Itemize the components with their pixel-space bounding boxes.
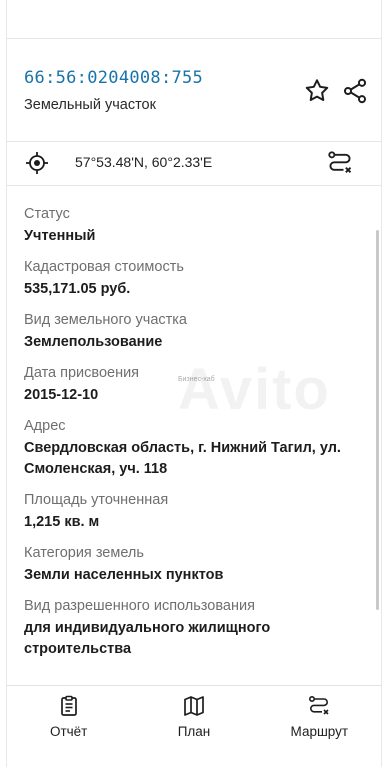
left-border <box>6 0 7 767</box>
map-icon <box>184 696 204 716</box>
favorite-button[interactable] <box>303 77 331 105</box>
prop-value: Свердловская область, г. Нижний Тагил, у… <box>24 440 341 477</box>
route-icon <box>309 695 329 715</box>
tab-label: Отчёт <box>49 724 88 739</box>
prop-status: Статус Учтенный <box>24 204 364 247</box>
prop-value: 1,215 кв. м <box>24 514 100 530</box>
location-target-icon[interactable] <box>25 151 49 175</box>
prop-land-kind: Вид земельного участка Землепользование <box>24 310 364 353</box>
prop-value: Учтенный <box>24 228 96 244</box>
prop-area: Площадь уточненная 1,215 кв. м <box>24 490 364 533</box>
coordinates-bar: 57°53.48'N, 60°2.33'E <box>6 143 382 183</box>
prop-label: Дата присвоения <box>24 365 140 381</box>
prop-assign-date: Дата присвоения 2015-12-10 <box>24 363 364 406</box>
tab-route[interactable]: Маршрут <box>257 686 382 768</box>
tab-plan[interactable]: План <box>131 686 256 768</box>
share-button[interactable] <box>341 77 369 105</box>
tab-label: Маршрут <box>290 724 349 739</box>
prop-address: Адрес Свердловская область, г. Нижний Та… <box>24 416 364 480</box>
prop-value: 535,171.05 руб. <box>24 281 131 297</box>
prop-label: Площадь уточненная <box>24 492 169 508</box>
tab-report[interactable]: Отчёт <box>6 686 131 768</box>
prop-value: 2015-12-10 <box>24 387 99 403</box>
prop-label: Статус <box>24 206 70 222</box>
coordinates-text[interactable]: 57°53.48'N, 60°2.33'E <box>75 154 212 170</box>
prop-land-category: Категория земель Земли населенных пункто… <box>24 543 364 586</box>
prop-label: Адрес <box>24 418 66 434</box>
prop-cadastral-value: Кадастровая стоимость 535,171.05 руб. <box>24 257 364 300</box>
tab-label: План <box>177 724 211 739</box>
star-icon <box>305 79 329 101</box>
bottom-tab-bar: Отчёт План Маршрут <box>6 685 382 768</box>
route-button[interactable] <box>326 149 354 177</box>
prop-label: Категория земель <box>24 545 144 561</box>
right-border <box>381 0 382 767</box>
property-list: Статус Учтенный Кадастровая стоимость 53… <box>24 204 364 670</box>
share-icon <box>343 78 367 104</box>
route-icon <box>328 151 352 173</box>
prop-label: Вид разрешенного использования <box>24 598 255 614</box>
prop-value: для индивидуального жилищного строительс… <box>24 620 271 657</box>
prop-label: Вид земельного участка <box>24 312 187 328</box>
prop-value: Землепользование <box>24 334 163 350</box>
clipboard-icon <box>60 695 77 716</box>
top-divider <box>6 38 382 39</box>
app-screen: 66:56:0204008:755 Земельный участок 57°5… <box>0 0 385 767</box>
header-divider <box>6 141 382 142</box>
coords-divider <box>6 185 382 186</box>
prop-permitted-use: Вид разрешенного использования для индив… <box>24 596 364 660</box>
prop-label: Кадастровая стоимость <box>24 259 184 275</box>
scrollbar[interactable] <box>376 230 379 610</box>
prop-value: Земли населенных пунктов <box>24 567 224 583</box>
